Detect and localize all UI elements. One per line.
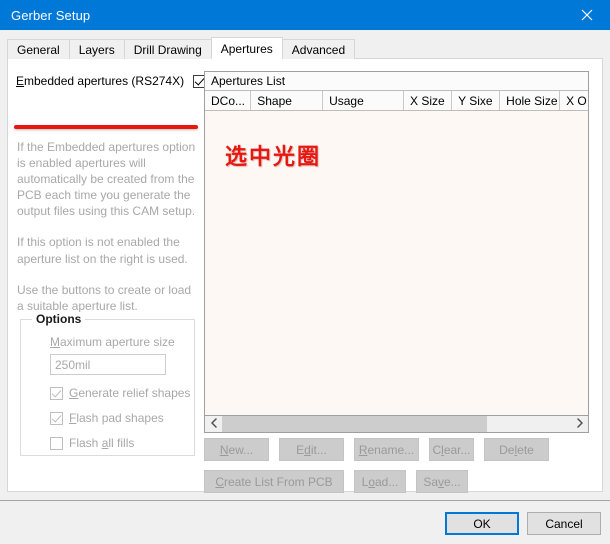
- embedded-apertures-label: Embedded apertures (RS274X): [16, 74, 184, 88]
- delete-button-label: ete: [517, 443, 534, 457]
- tab-advanced-label: Advanced: [292, 43, 345, 57]
- column-header-shape[interactable]: Shape: [251, 91, 323, 110]
- generate-relief-shapes-row[interactable]: Generate relief shapes: [50, 386, 190, 400]
- tab-drill-drawing-label: Drill Drawing: [134, 43, 202, 57]
- flash-all-fills-label-pre: Flash: [69, 436, 102, 450]
- clear-button-label-pre: C: [432, 443, 441, 457]
- embedded-apertures-label-rest: mbedded apertures (RS274X): [24, 74, 184, 88]
- flash-all-fills-checkbox[interactable]: [50, 437, 63, 450]
- generate-relief-shapes-accel: G: [69, 386, 78, 400]
- chevron-left-icon: [210, 417, 218, 431]
- options-group: Options Maximum aperture size Generate r…: [20, 319, 195, 456]
- edit-button-label-pre: E: [296, 443, 304, 457]
- window-title: Gerber Setup: [11, 8, 90, 23]
- flash-pad-shapes-checkbox[interactable]: [50, 412, 63, 425]
- create-list-accel: C: [215, 475, 224, 489]
- embedded-apertures-row[interactable]: Embedded apertures (RS274X): [16, 74, 206, 88]
- load-button[interactable]: Load...: [354, 470, 406, 493]
- delete-button[interactable]: Delete: [484, 438, 549, 461]
- tab-layers[interactable]: Layers: [69, 39, 125, 59]
- flash-all-fills-row[interactable]: Flash all fills: [50, 436, 134, 450]
- load-button-label-pre: L: [362, 475, 369, 489]
- tab-apertures[interactable]: Apertures: [211, 37, 283, 59]
- edit-button-label: it...: [311, 443, 327, 457]
- max-aperture-size-label-rest: aximum aperture size: [60, 335, 175, 349]
- new-button-accel: N: [220, 443, 229, 457]
- embedded-apertures-accel: E: [16, 74, 24, 88]
- tab-layers-label: Layers: [79, 43, 115, 57]
- cancel-button[interactable]: Cancel: [527, 512, 601, 535]
- load-button-label: ad...: [375, 475, 398, 489]
- column-header-dcode[interactable]: DCo...: [205, 91, 251, 110]
- description-paragraph-3: Use the buttons to create or load a suit…: [17, 282, 201, 314]
- apertures-list-caption: Apertures List: [205, 72, 588, 91]
- generate-relief-shapes-label-rest: enerate relief shapes: [78, 386, 190, 400]
- max-aperture-size-accel: M: [50, 335, 60, 349]
- create-list-label: reate List From PCB: [224, 475, 333, 489]
- apertures-list: Apertures List DCo... Shape Usage X Size…: [204, 71, 589, 416]
- clear-button-label: ear...: [444, 443, 471, 457]
- edit-button-accel: d: [304, 443, 311, 457]
- flash-pad-shapes-row[interactable]: Flash pad shapes: [50, 411, 164, 425]
- red-underline-annotation: [14, 125, 198, 129]
- close-icon: [581, 9, 593, 21]
- tab-apertures-label: Apertures: [221, 42, 273, 56]
- column-header-y-size[interactable]: Y Sixe: [452, 91, 500, 110]
- flash-pad-shapes-label-rest: lash pad shapes: [76, 411, 163, 425]
- delete-button-label-pre: De: [499, 443, 514, 457]
- flash-all-fills-label-rest: ll fills: [108, 436, 134, 450]
- options-group-title: Options: [32, 312, 85, 326]
- save-button[interactable]: Save...: [416, 470, 468, 493]
- column-header-hole-size[interactable]: Hole Size: [500, 91, 560, 110]
- new-button-label: ew...: [228, 443, 253, 457]
- flash-pad-shapes-label: Flash pad shapes: [69, 411, 164, 425]
- description-paragraph-1: If the Embedded apertures option is enab…: [17, 139, 201, 219]
- apertures-description: If the Embedded apertures option is enab…: [17, 139, 201, 314]
- scroll-track[interactable]: [222, 416, 571, 432]
- chinese-annotation: 选中光圈: [225, 139, 321, 171]
- tab-drill-drawing[interactable]: Drill Drawing: [124, 39, 212, 59]
- generate-relief-shapes-checkbox[interactable]: [50, 387, 63, 400]
- apertures-list-body[interactable]: 选中光圈: [205, 111, 588, 413]
- apertures-list-hscrollbar[interactable]: [204, 416, 589, 433]
- generate-relief-shapes-label: Generate relief shapes: [69, 386, 190, 400]
- flash-all-fills-label: Flash all fills: [69, 436, 134, 450]
- column-header-usage[interactable]: Usage: [323, 91, 404, 110]
- load-button-accel: o: [368, 475, 375, 489]
- create-list-from-pcb-button[interactable]: Create List From PCB: [204, 470, 344, 493]
- column-header-x-offset[interactable]: X O: [560, 91, 588, 110]
- rename-button-label: ename...: [367, 443, 414, 457]
- apertures-tab-panel: Embedded apertures (RS274X) If the Embed…: [7, 58, 603, 492]
- max-aperture-size-label: Maximum aperture size: [50, 335, 175, 349]
- dialog-body: General Layers Drill Drawing Apertures A…: [0, 30, 610, 500]
- new-button[interactable]: New...: [204, 438, 269, 461]
- column-header-x-size[interactable]: X Size: [404, 91, 452, 110]
- description-paragraph-2: If this option is not enabled the apertu…: [17, 234, 201, 266]
- scroll-thumb[interactable]: [222, 416, 487, 432]
- title-bar: Gerber Setup: [0, 0, 610, 30]
- tab-general[interactable]: General: [7, 39, 70, 59]
- rename-button-accel: R: [359, 443, 368, 457]
- close-button[interactable]: [564, 0, 610, 30]
- max-aperture-size-input[interactable]: [50, 354, 166, 375]
- clear-button[interactable]: Clear...: [429, 438, 474, 461]
- scroll-left-button[interactable]: [205, 416, 222, 432]
- save-button-label: e...: [444, 475, 461, 489]
- ok-button[interactable]: OK: [445, 512, 519, 535]
- rename-button[interactable]: Rename...: [354, 438, 419, 461]
- tab-general-label: General: [17, 43, 60, 57]
- scroll-right-button[interactable]: [571, 416, 588, 432]
- tab-advanced[interactable]: Advanced: [282, 39, 355, 59]
- edit-button[interactable]: Edit...: [279, 438, 344, 461]
- chevron-right-icon: [576, 417, 584, 431]
- apertures-list-header: DCo... Shape Usage X Size Y Sixe Hole Si…: [205, 91, 588, 111]
- save-button-label-pre: Sa: [423, 475, 438, 489]
- dialog-footer: OK Cancel: [0, 500, 610, 544]
- tab-strip: General Layers Drill Drawing Apertures A…: [7, 38, 354, 59]
